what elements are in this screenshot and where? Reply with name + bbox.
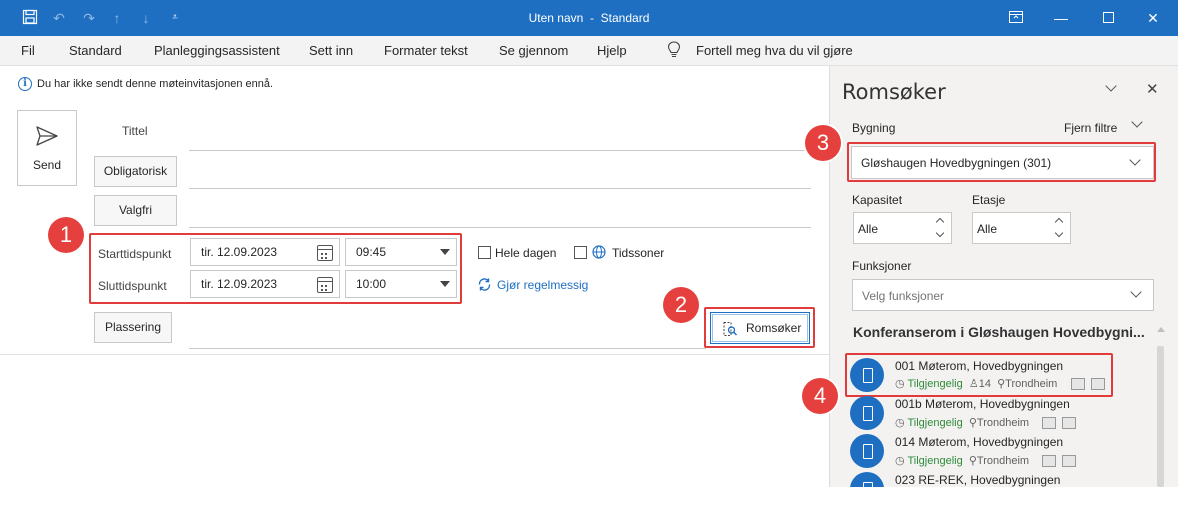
title-label: Tittel bbox=[122, 124, 148, 138]
location-input[interactable] bbox=[189, 348, 706, 349]
video-icon bbox=[1062, 455, 1076, 467]
room-meta: ◷ Tilgjengelig ⚲Trondheim bbox=[895, 416, 1029, 429]
info-message: Du har ikke sendt denne møteinvitasjonen… bbox=[37, 78, 274, 90]
scroll-up-icon[interactable] bbox=[1157, 327, 1165, 332]
room-icon bbox=[850, 472, 884, 487]
room-meta: ◷ Tilgjengelig ⚲Trondheim bbox=[895, 454, 1029, 467]
floor-spinner[interactable]: Alle bbox=[972, 212, 1071, 244]
rooms-section-title: Konferanserom i Gløshaugen Hovedbygni... bbox=[853, 324, 1145, 340]
clock-icon: ◷ bbox=[895, 455, 905, 467]
header-divider bbox=[0, 354, 829, 355]
location-button[interactable]: Plassering bbox=[94, 312, 172, 343]
callout-badge-1: 1 bbox=[48, 217, 84, 253]
menu-fil[interactable]: Fil bbox=[21, 43, 35, 58]
location-pin-icon: ⚲ bbox=[965, 455, 977, 467]
timezones-checkbox[interactable] bbox=[574, 246, 587, 259]
clear-filters-link[interactable]: Fjern filtre bbox=[1064, 121, 1117, 135]
floor-value: Alle bbox=[977, 222, 998, 236]
display-icon bbox=[1042, 417, 1056, 429]
functions-dropdown[interactable]: Velg funksjoner bbox=[852, 279, 1154, 311]
recurrence-icon[interactable] bbox=[477, 277, 492, 295]
callout-badge-3: 3 bbox=[805, 125, 841, 161]
room-item[interactable]: 001b Møterom, Hovedbygningen ◷ Tilgjenge… bbox=[849, 395, 1111, 435]
optional-attendees-button[interactable]: Valgfri bbox=[94, 195, 177, 226]
title-bar: ↶ ↷ ↑ ↓ ⩡ Uten navn - Standard — ✕ bbox=[0, 0, 1178, 36]
menu-se-gjennom[interactable]: Se gjennom bbox=[499, 43, 568, 58]
room-icon bbox=[850, 434, 884, 468]
spinner-down-icon[interactable] bbox=[935, 228, 945, 238]
highlight-box-time bbox=[89, 233, 462, 304]
menu-sett-inn[interactable]: Sett inn bbox=[309, 43, 353, 58]
bottom-edge bbox=[0, 487, 1178, 507]
functions-placeholder: Velg funksjoner bbox=[862, 289, 945, 303]
menu-formater-tekst[interactable]: Formater tekst bbox=[384, 43, 468, 58]
capacity-label: Kapasitet bbox=[852, 193, 903, 207]
callout-badge-4: 4 bbox=[802, 378, 838, 414]
room-status: Tilgjengelig bbox=[907, 417, 963, 429]
all-day-label: Hele dagen bbox=[495, 246, 557, 260]
spinner-down-icon[interactable] bbox=[1054, 228, 1064, 238]
capacity-value: Alle bbox=[858, 222, 879, 236]
lightbulb-icon bbox=[667, 41, 681, 61]
highlight-box-room-finder bbox=[704, 307, 815, 348]
required-attendees-input[interactable] bbox=[189, 188, 811, 189]
globe-icon bbox=[592, 245, 606, 262]
floor-label: Etasje bbox=[972, 193, 1006, 207]
send-icon bbox=[36, 126, 58, 146]
highlight-box-room bbox=[845, 353, 1113, 397]
clock-icon: ◷ bbox=[895, 417, 905, 429]
functions-label: Funksjoner bbox=[852, 259, 912, 273]
highlight-box-building bbox=[847, 142, 1156, 182]
capacity-spinner[interactable]: Alle bbox=[853, 212, 952, 244]
room-city: Trondheim bbox=[976, 417, 1030, 429]
location-pin-icon: ⚲ bbox=[965, 417, 977, 429]
room-item[interactable]: 014 Møterom, Hovedbygningen ◷ Tilgjengel… bbox=[849, 433, 1111, 473]
scrollbar[interactable] bbox=[1157, 346, 1164, 487]
all-day-checkbox[interactable] bbox=[478, 246, 491, 259]
spinner-up-icon[interactable] bbox=[1054, 217, 1064, 227]
callout-badge-2: 2 bbox=[663, 287, 699, 323]
panel-close-icon[interactable]: ✕ bbox=[1146, 80, 1159, 98]
maximize-icon[interactable] bbox=[1098, 8, 1118, 28]
send-button[interactable]: Send bbox=[17, 110, 77, 186]
minimize-icon[interactable]: — bbox=[1051, 8, 1071, 28]
building-label: Bygning bbox=[852, 121, 896, 135]
video-icon bbox=[1062, 417, 1076, 429]
room-name: 014 Møterom, Hovedbygningen bbox=[895, 435, 1064, 449]
room-icon bbox=[850, 396, 884, 430]
tell-me-search[interactable]: Fortell meg hva du vil gjøre bbox=[696, 43, 853, 58]
menu-hjelp[interactable]: Hjelp bbox=[597, 43, 627, 58]
send-label: Send bbox=[32, 158, 62, 172]
room-name: 001b Møterom, Hovedbygningen bbox=[895, 397, 1070, 411]
room-name: 023 RE-REK, Hovedbygningen bbox=[895, 473, 1061, 487]
ribbon-display-icon[interactable] bbox=[1006, 8, 1026, 28]
display-icon bbox=[1042, 455, 1056, 467]
room-status: Tilgjengelig bbox=[907, 455, 963, 467]
info-icon: i bbox=[18, 77, 32, 91]
title-input[interactable] bbox=[189, 150, 811, 151]
timezones-label: Tidssoner bbox=[612, 246, 665, 260]
window-title: Uten navn - Standard bbox=[528, 11, 650, 25]
spinner-up-icon[interactable] bbox=[935, 217, 945, 227]
menu-planleggingsassistent[interactable]: Planleggingsassistent bbox=[154, 43, 280, 58]
chevron-down-icon bbox=[1130, 286, 1142, 298]
required-attendees-button[interactable]: Obligatorisk bbox=[94, 156, 177, 187]
close-icon[interactable]: ✕ bbox=[1143, 8, 1163, 28]
optional-attendees-input[interactable] bbox=[189, 227, 811, 228]
room-item[interactable]: 023 RE-REK, Hovedbygningen bbox=[849, 471, 1111, 487]
panel-title: Romsøker bbox=[842, 80, 946, 104]
menu-standard[interactable]: Standard bbox=[69, 43, 122, 58]
make-recurring-link[interactable]: Gjør regelmessig bbox=[497, 278, 588, 292]
room-city: Trondheim bbox=[976, 455, 1030, 467]
